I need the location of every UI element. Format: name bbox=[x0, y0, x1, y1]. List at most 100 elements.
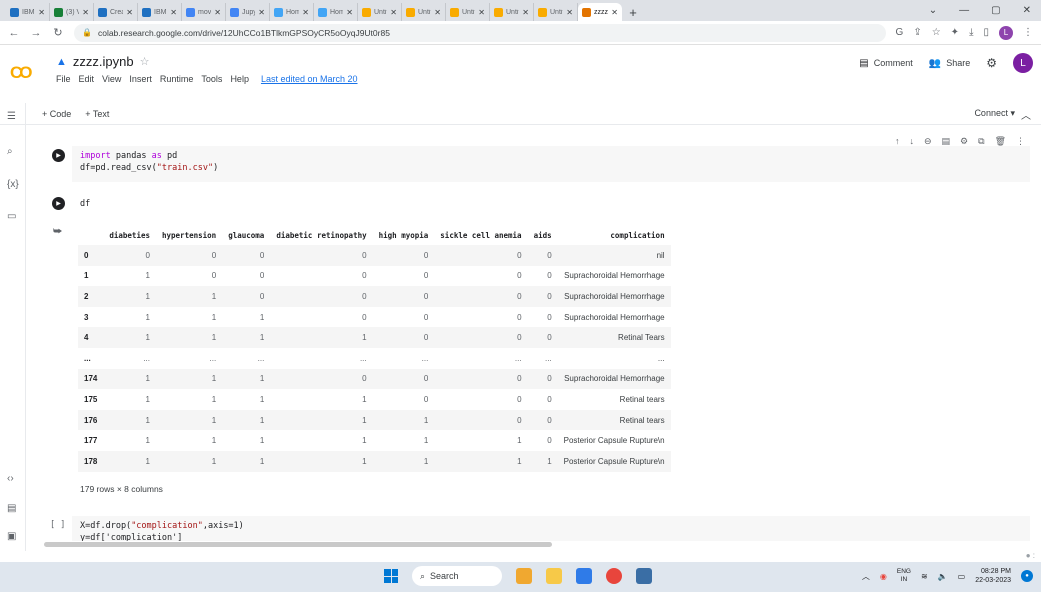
browser-tab[interactable]: Untit ✕ bbox=[402, 3, 446, 21]
collapse-header-icon[interactable]: ︿ bbox=[1021, 107, 1031, 122]
browser-tab[interactable]: Untit ✕ bbox=[534, 3, 578, 21]
vscode-icon[interactable] bbox=[576, 568, 592, 584]
run-cell-button[interactable]: ▶ bbox=[52, 149, 65, 162]
browser-tab[interactable]: Hom✕ bbox=[270, 3, 314, 21]
user-avatar[interactable]: L bbox=[1013, 53, 1033, 73]
output-actions-icon[interactable]: ⮩ bbox=[53, 226, 62, 237]
variables-icon[interactable]: {x} bbox=[7, 179, 19, 190]
browser-tab[interactable]: Untit ✕ bbox=[446, 3, 490, 21]
mail-app-icon[interactable] bbox=[636, 568, 652, 584]
taskbar-app-icon[interactable] bbox=[516, 568, 532, 584]
language-indicator[interactable]: ENG IN bbox=[897, 568, 911, 584]
maximize-icon[interactable]: ▢ bbox=[991, 5, 1000, 16]
menu-item-help[interactable]: Help bbox=[230, 74, 249, 84]
settings-gear-icon[interactable]: ⚙ bbox=[986, 56, 997, 70]
reload-icon[interactable]: ↻ bbox=[52, 26, 64, 39]
wifi-icon[interactable]: ≋ bbox=[921, 572, 928, 581]
browser-tab[interactable]: Untit ✕ bbox=[490, 3, 534, 21]
menu-item-tools[interactable]: Tools bbox=[201, 74, 222, 84]
tab-close-icon[interactable]: ✕ bbox=[214, 8, 221, 17]
column-header: high myopia bbox=[378, 230, 429, 240]
tab-close-icon[interactable]: ✕ bbox=[302, 8, 309, 17]
tab-close-icon[interactable]: ✕ bbox=[434, 8, 441, 17]
colab-logo[interactable]: CO bbox=[10, 63, 32, 83]
menu-item-runtime[interactable]: Runtime bbox=[160, 74, 194, 84]
minimize-icon[interactable]: — bbox=[959, 5, 969, 16]
file-explorer-icon[interactable] bbox=[546, 568, 562, 584]
notebook-title[interactable]: zzzz.ipynb bbox=[73, 54, 134, 69]
browser-tab[interactable]: IBM ✕ bbox=[138, 3, 182, 21]
menu-item-view[interactable]: View bbox=[102, 74, 121, 84]
forward-icon[interactable]: → bbox=[30, 27, 42, 39]
menu-item-insert[interactable]: Insert bbox=[129, 74, 152, 84]
horizontal-scrollbar[interactable] bbox=[44, 542, 552, 547]
menu-item-edit[interactable]: Edit bbox=[79, 74, 95, 84]
taskbar-search[interactable]: ⌕ Search bbox=[412, 566, 502, 586]
tab-close-icon[interactable]: ✕ bbox=[566, 8, 573, 17]
bookmark-star-icon[interactable]: ☆ bbox=[932, 27, 941, 38]
command-palette-icon[interactable]: ▤ bbox=[7, 503, 16, 514]
connect-button[interactable]: Connect ▾ bbox=[974, 108, 1015, 119]
tab-close-icon[interactable]: ✕ bbox=[522, 8, 529, 17]
add-text-button[interactable]: + Text bbox=[85, 109, 109, 119]
cell-prompt[interactable]: [ ] bbox=[50, 520, 65, 530]
back-icon[interactable]: ← bbox=[8, 27, 20, 39]
last-edited-link[interactable]: Last edited on March 20 bbox=[261, 74, 358, 84]
windows-start-icon[interactable] bbox=[384, 569, 398, 583]
tab-close-icon[interactable]: ✕ bbox=[38, 8, 45, 17]
menu-item-file[interactable]: File bbox=[56, 74, 71, 84]
tab-close-icon[interactable]: ✕ bbox=[82, 8, 89, 17]
chrome-icon[interactable] bbox=[606, 568, 622, 584]
clock[interactable]: 08:28 PM 22-03-2023 bbox=[975, 567, 1011, 585]
close-window-icon[interactable]: ✕ bbox=[1023, 5, 1031, 16]
share-button[interactable]: 👥 Share bbox=[929, 58, 970, 69]
browser-tab[interactable]: IBM ✕ bbox=[6, 3, 50, 21]
new-tab-icon[interactable]: + bbox=[622, 3, 644, 21]
tray-overflow-icon[interactable]: ︿ bbox=[862, 571, 870, 582]
run-cell-button[interactable]: ▶ bbox=[52, 197, 65, 210]
code-cell-1[interactable]: import pandas as pd df=pd.read_csv("trai… bbox=[72, 146, 1030, 182]
code-snippets-icon[interactable]: ‹› bbox=[7, 473, 14, 484]
tab-close-icon[interactable]: ✕ bbox=[478, 8, 485, 17]
browser-menu-icon[interactable]: ⋮ bbox=[1023, 27, 1033, 38]
notification-icon[interactable]: ● bbox=[1021, 570, 1033, 582]
share-page-icon[interactable]: ⇪ bbox=[913, 27, 921, 38]
table-cell: 0 bbox=[547, 250, 552, 260]
browser-tab[interactable]: zzzz ✕ bbox=[578, 3, 622, 21]
code-cell-3[interactable]: X=df.drop("complication",axis=1) y=df['c… bbox=[72, 516, 1030, 541]
tab-search-icon[interactable]: ⌄ bbox=[929, 5, 937, 16]
tray-app-icon[interactable]: ◉ bbox=[880, 572, 887, 581]
battery-icon[interactable]: ▭ bbox=[958, 572, 966, 581]
toc-icon[interactable]: ☰ bbox=[7, 111, 16, 122]
tab-close-icon[interactable]: ✕ bbox=[258, 8, 265, 17]
browser-tab[interactable]: Jupyt✕ bbox=[226, 3, 270, 21]
table-header: diabeties hypertension glaucoma diabetic re… bbox=[78, 225, 671, 245]
terminal-icon[interactable]: ▣ bbox=[7, 531, 16, 542]
browser-tab[interactable]: Crea✕ bbox=[94, 3, 138, 21]
search-icon[interactable]: ⌕ bbox=[7, 146, 13, 157]
tab-close-icon[interactable]: ✕ bbox=[126, 8, 133, 17]
sidepanel-icon[interactable]: ▯ bbox=[983, 27, 989, 38]
tab-close-icon[interactable]: ✕ bbox=[611, 8, 618, 17]
download-icon[interactable]: ⤓ bbox=[969, 27, 973, 38]
files-folder-icon[interactable]: ▭ bbox=[7, 211, 16, 222]
tab-close-icon[interactable]: ✕ bbox=[170, 8, 177, 17]
google-lens-icon[interactable]: G bbox=[896, 27, 904, 38]
add-code-button[interactable]: + Code bbox=[42, 109, 71, 119]
browser-tab[interactable]: (3) Vi✕ bbox=[50, 3, 94, 21]
comment-button[interactable]: ▤ Comment bbox=[859, 58, 912, 69]
browser-tab[interactable]: Untit ✕ bbox=[358, 3, 402, 21]
url-field[interactable]: 🔒 colab.research.google.com/drive/12UhCC… bbox=[74, 23, 886, 42]
tab-close-icon[interactable]: ✕ bbox=[390, 8, 397, 17]
browser-profile-avatar[interactable]: L bbox=[999, 25, 1013, 40]
code-cell-2[interactable]: df bbox=[72, 194, 1030, 214]
tab-close-icon[interactable]: ✕ bbox=[346, 8, 353, 17]
extensions-icon[interactable]: ✦ bbox=[951, 27, 959, 38]
volume-icon[interactable]: 🔈 bbox=[938, 572, 948, 581]
table-cell: 1 bbox=[423, 415, 429, 425]
browser-tab[interactable]: mov ✕ bbox=[182, 3, 226, 21]
column-header: sickle cell anemia bbox=[440, 230, 522, 240]
column-header: diabetic retinopathy bbox=[276, 230, 367, 240]
star-notebook-icon[interactable]: ☆ bbox=[140, 55, 150, 68]
browser-tab[interactable]: Hom✕ bbox=[314, 3, 358, 21]
